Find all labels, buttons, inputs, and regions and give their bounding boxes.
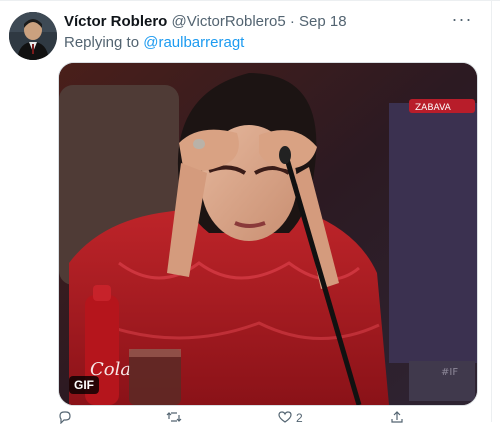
author-name[interactable]: Víctor Roblero [64, 13, 167, 30]
gif-frame: Cola ZABAVA #IF [59, 63, 477, 405]
gif-badge: GIF [69, 376, 99, 394]
gif-media[interactable]: Cola ZABAVA #IF GIF [58, 62, 478, 406]
corner-mark: #IF [441, 367, 458, 378]
like-count: 2 [296, 411, 303, 425]
avatar[interactable] [9, 12, 57, 60]
replying-to-label: Replying to [64, 34, 140, 51]
replying-to: Replying to @raulbarreragt [64, 34, 244, 51]
top-divider [0, 0, 500, 1]
tweet-header: Víctor Roblero @VictorRoblero5 · Sep 18 [64, 13, 476, 33]
separator-dot: · [289, 13, 295, 30]
reply-to-link[interactable]: @raulbarreragt [143, 34, 244, 51]
right-divider [491, 0, 492, 422]
watermark-zabava: ZABAVA [415, 103, 452, 113]
author-handle[interactable]: @VictorRoblero5 [172, 13, 286, 30]
tweet-date[interactable]: Sep 18 [299, 13, 347, 30]
more-options-button[interactable]: ··· [448, 10, 476, 32]
